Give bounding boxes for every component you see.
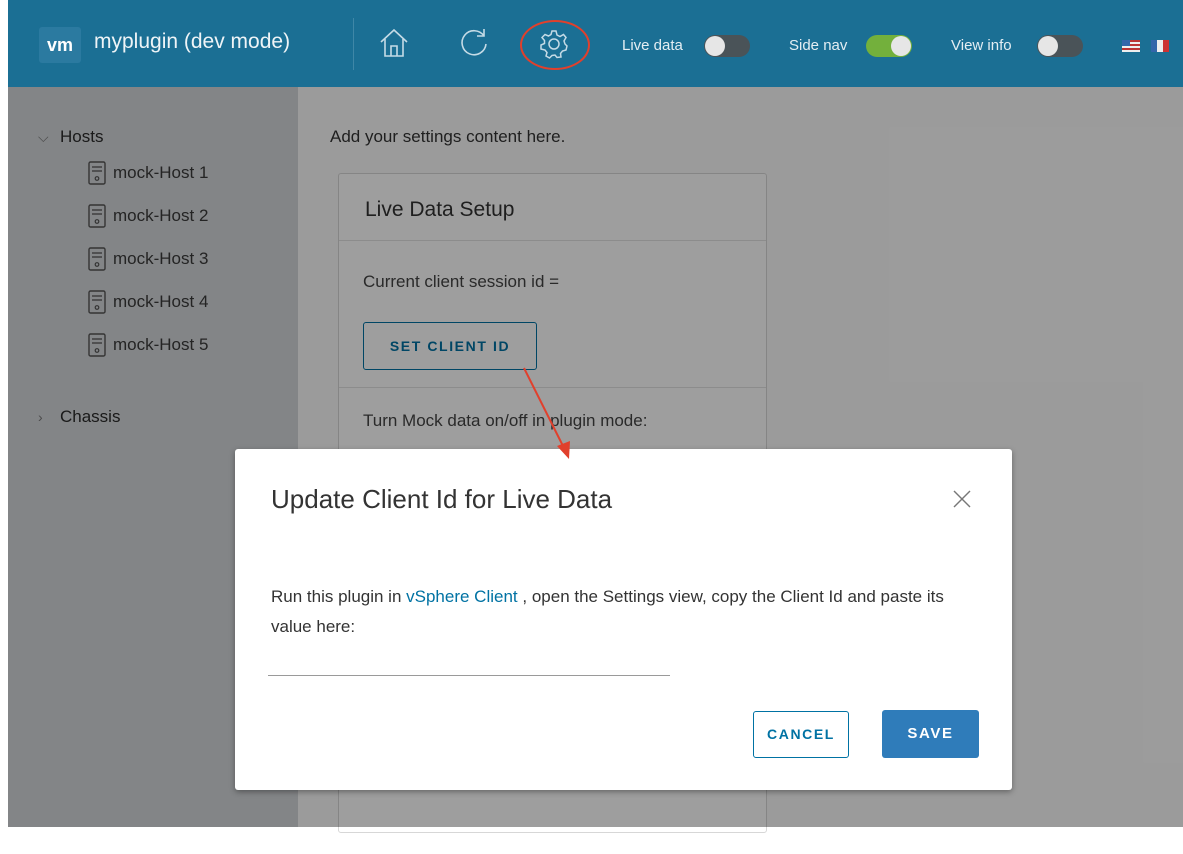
client-id-input[interactable] — [268, 661, 670, 676]
close-icon[interactable] — [950, 487, 974, 511]
body-prefix: Run this plugin in — [271, 587, 407, 606]
us-flag-icon[interactable] — [1122, 40, 1140, 52]
refresh-icon[interactable] — [457, 26, 491, 60]
modal-title: Update Client Id for Live Data — [271, 484, 613, 514]
fr-flag-icon[interactable] — [1151, 40, 1169, 52]
vm-logo: vm — [39, 27, 81, 63]
live-data-label: Live data — [622, 37, 683, 54]
header-bar: vm myplugin (dev mode) Live data Side na… — [8, 0, 1183, 87]
header-divider — [353, 18, 354, 70]
side-nav-toggle[interactable] — [866, 35, 912, 57]
view-info-label: View info — [951, 37, 1012, 54]
gear-highlight-ring — [520, 20, 590, 70]
cancel-button[interactable]: CANCEL — [753, 711, 849, 758]
save-button[interactable]: SAVE — [882, 710, 979, 758]
modal-body-text: Run this plugin in vSphere Client , open… — [271, 582, 981, 642]
home-icon[interactable] — [377, 26, 411, 60]
app-title: myplugin (dev mode) — [94, 30, 291, 53]
live-data-toggle[interactable] — [704, 35, 750, 57]
view-info-toggle[interactable] — [1037, 35, 1083, 57]
vsphere-client-link[interactable]: vSphere Client — [406, 587, 518, 606]
side-nav-label: Side nav — [789, 37, 848, 54]
update-client-id-modal: Update Client Id for Live Data Run this … — [235, 449, 1012, 790]
app-window: × vm myplugin (dev mode) Live data Side … — [8, 0, 1183, 854]
